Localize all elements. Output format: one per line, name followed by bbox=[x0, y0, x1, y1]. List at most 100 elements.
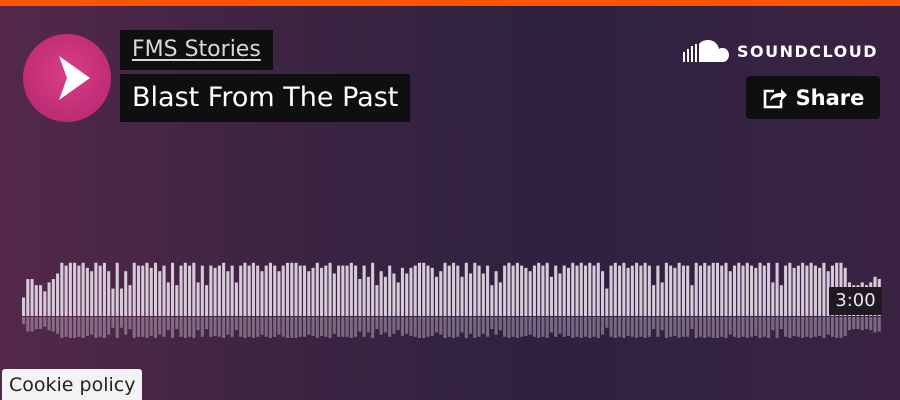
waveform-bar bbox=[268, 262, 272, 316]
waveform-bar bbox=[447, 265, 451, 316]
waveform-bar-reflection bbox=[196, 317, 200, 331]
waveform-bar bbox=[775, 262, 779, 316]
waveform-bar-reflection bbox=[354, 317, 358, 337]
waveform-bar bbox=[503, 265, 507, 316]
track-duration: 3:00 bbox=[829, 287, 882, 315]
waveform-bar bbox=[686, 265, 690, 316]
waveform-bar bbox=[68, 262, 72, 316]
waveform-bar bbox=[426, 265, 430, 316]
waveform-bar-reflection bbox=[115, 317, 119, 338]
waveform-bar-reflection bbox=[860, 317, 864, 331]
waveform-bar-reflection bbox=[217, 317, 221, 337]
waveform-bar-reflection bbox=[405, 317, 409, 334]
cookie-policy-link[interactable]: Cookie policy bbox=[2, 369, 143, 400]
waveform-bar bbox=[196, 282, 200, 316]
waveform-bar-reflection bbox=[234, 317, 238, 331]
waveform-bar bbox=[469, 273, 473, 316]
waveform-bar-reflection bbox=[171, 317, 175, 338]
waveform-bar-reflection bbox=[358, 317, 362, 332]
waveform-bar-reflection bbox=[524, 317, 528, 336]
waveform-bar bbox=[703, 262, 707, 316]
waveform-bar bbox=[464, 262, 468, 316]
waveform-bar bbox=[145, 262, 149, 316]
waveform-bar bbox=[622, 262, 626, 316]
waveform-bar bbox=[801, 262, 805, 316]
waveform-bar bbox=[656, 265, 660, 316]
waveform-bar bbox=[332, 273, 336, 316]
waveform-bar-reflection bbox=[392, 317, 396, 334]
waveform-bar-reflection bbox=[136, 317, 141, 337]
waveform-bar bbox=[754, 267, 758, 316]
waveform-bar bbox=[583, 265, 588, 316]
waveform-bar bbox=[222, 262, 226, 316]
waveform-bar bbox=[532, 265, 536, 316]
waveform-bar bbox=[320, 267, 324, 316]
waveform-bar bbox=[302, 265, 307, 316]
waveform-bar-reflection bbox=[498, 317, 502, 331]
waveform-bar bbox=[290, 262, 294, 316]
waveform-bar bbox=[507, 262, 511, 316]
waveform-bar bbox=[345, 265, 349, 316]
waveform-bar bbox=[809, 262, 813, 316]
waveform-bar bbox=[102, 262, 106, 316]
waveform-bar bbox=[141, 265, 145, 316]
waveform-bar bbox=[354, 265, 358, 316]
waveform-bar bbox=[158, 271, 162, 316]
waveform[interactable] bbox=[0, 0, 900, 400]
waveform-bar-reflection bbox=[703, 317, 707, 338]
waveform-bar bbox=[264, 265, 268, 316]
waveform-bar-reflection bbox=[630, 317, 634, 337]
waveform-bar bbox=[341, 265, 345, 316]
waveform-bar-reflection bbox=[73, 317, 77, 338]
waveform-bar bbox=[85, 267, 89, 316]
waveform-bar-reflection bbox=[609, 317, 613, 337]
waveform-bar-reflection bbox=[677, 317, 681, 338]
waveform-bar bbox=[715, 262, 720, 316]
waveform-bar-reflection bbox=[469, 317, 473, 334]
waveform-bar bbox=[728, 271, 732, 316]
waveform-bar-reflection bbox=[520, 317, 524, 337]
waveform-bar-reflection bbox=[618, 317, 622, 337]
waveform-bar bbox=[136, 265, 141, 316]
waveform-bar bbox=[371, 262, 375, 316]
waveform-bar bbox=[277, 271, 281, 316]
waveform-bar bbox=[609, 265, 613, 316]
waveform-bar bbox=[515, 262, 519, 316]
waveform-bar-reflection bbox=[852, 317, 856, 330]
waveform-bar-reflection bbox=[741, 317, 745, 337]
waveform-bar bbox=[200, 265, 204, 316]
waveform-bar-reflection bbox=[426, 317, 430, 337]
waveform-bar-reflection bbox=[302, 317, 307, 337]
waveform-bar-reflection bbox=[345, 317, 349, 337]
waveform-bar-reflection bbox=[315, 317, 319, 338]
waveform-bar bbox=[792, 267, 796, 316]
waveform-bar bbox=[554, 265, 558, 316]
waveform-bar-reflection bbox=[707, 317, 711, 337]
waveform-bar bbox=[762, 265, 766, 316]
waveform-bar-reflection bbox=[456, 317, 460, 337]
waveform-bar-reflection bbox=[452, 317, 456, 338]
waveform-bar-reflection bbox=[34, 317, 38, 330]
waveform-bar bbox=[677, 262, 681, 316]
waveform-bar-reflection bbox=[209, 317, 213, 337]
waveform-bar-reflection bbox=[77, 317, 81, 337]
waveform-bar-reflection bbox=[179, 317, 183, 337]
waveform-bar-reflection bbox=[230, 317, 234, 337]
waveform-bar bbox=[39, 285, 43, 316]
soundcloud-player-widget: FMS Stories Blast From The Past SOUNDCLO… bbox=[0, 0, 900, 400]
waveform-bar bbox=[362, 265, 366, 316]
waveform-bar-reflection bbox=[128, 317, 132, 330]
waveform-bar-reflection bbox=[528, 317, 532, 335]
waveform-bar-reflection bbox=[728, 317, 732, 335]
waveform-bar bbox=[311, 267, 315, 316]
waveform-bar bbox=[673, 267, 677, 316]
waveform-bar-reflection bbox=[775, 317, 779, 338]
waveform-bar-reflection bbox=[473, 317, 477, 338]
waveform-bar-reflection bbox=[549, 317, 553, 333]
waveform-bar-reflection bbox=[307, 317, 311, 335]
waveform-bar-reflection bbox=[64, 317, 68, 337]
waveform-bar-reflection bbox=[596, 317, 600, 338]
waveform-bar-reflection bbox=[503, 317, 507, 337]
waveform-bar bbox=[460, 276, 464, 316]
waveform-bar bbox=[694, 262, 698, 316]
